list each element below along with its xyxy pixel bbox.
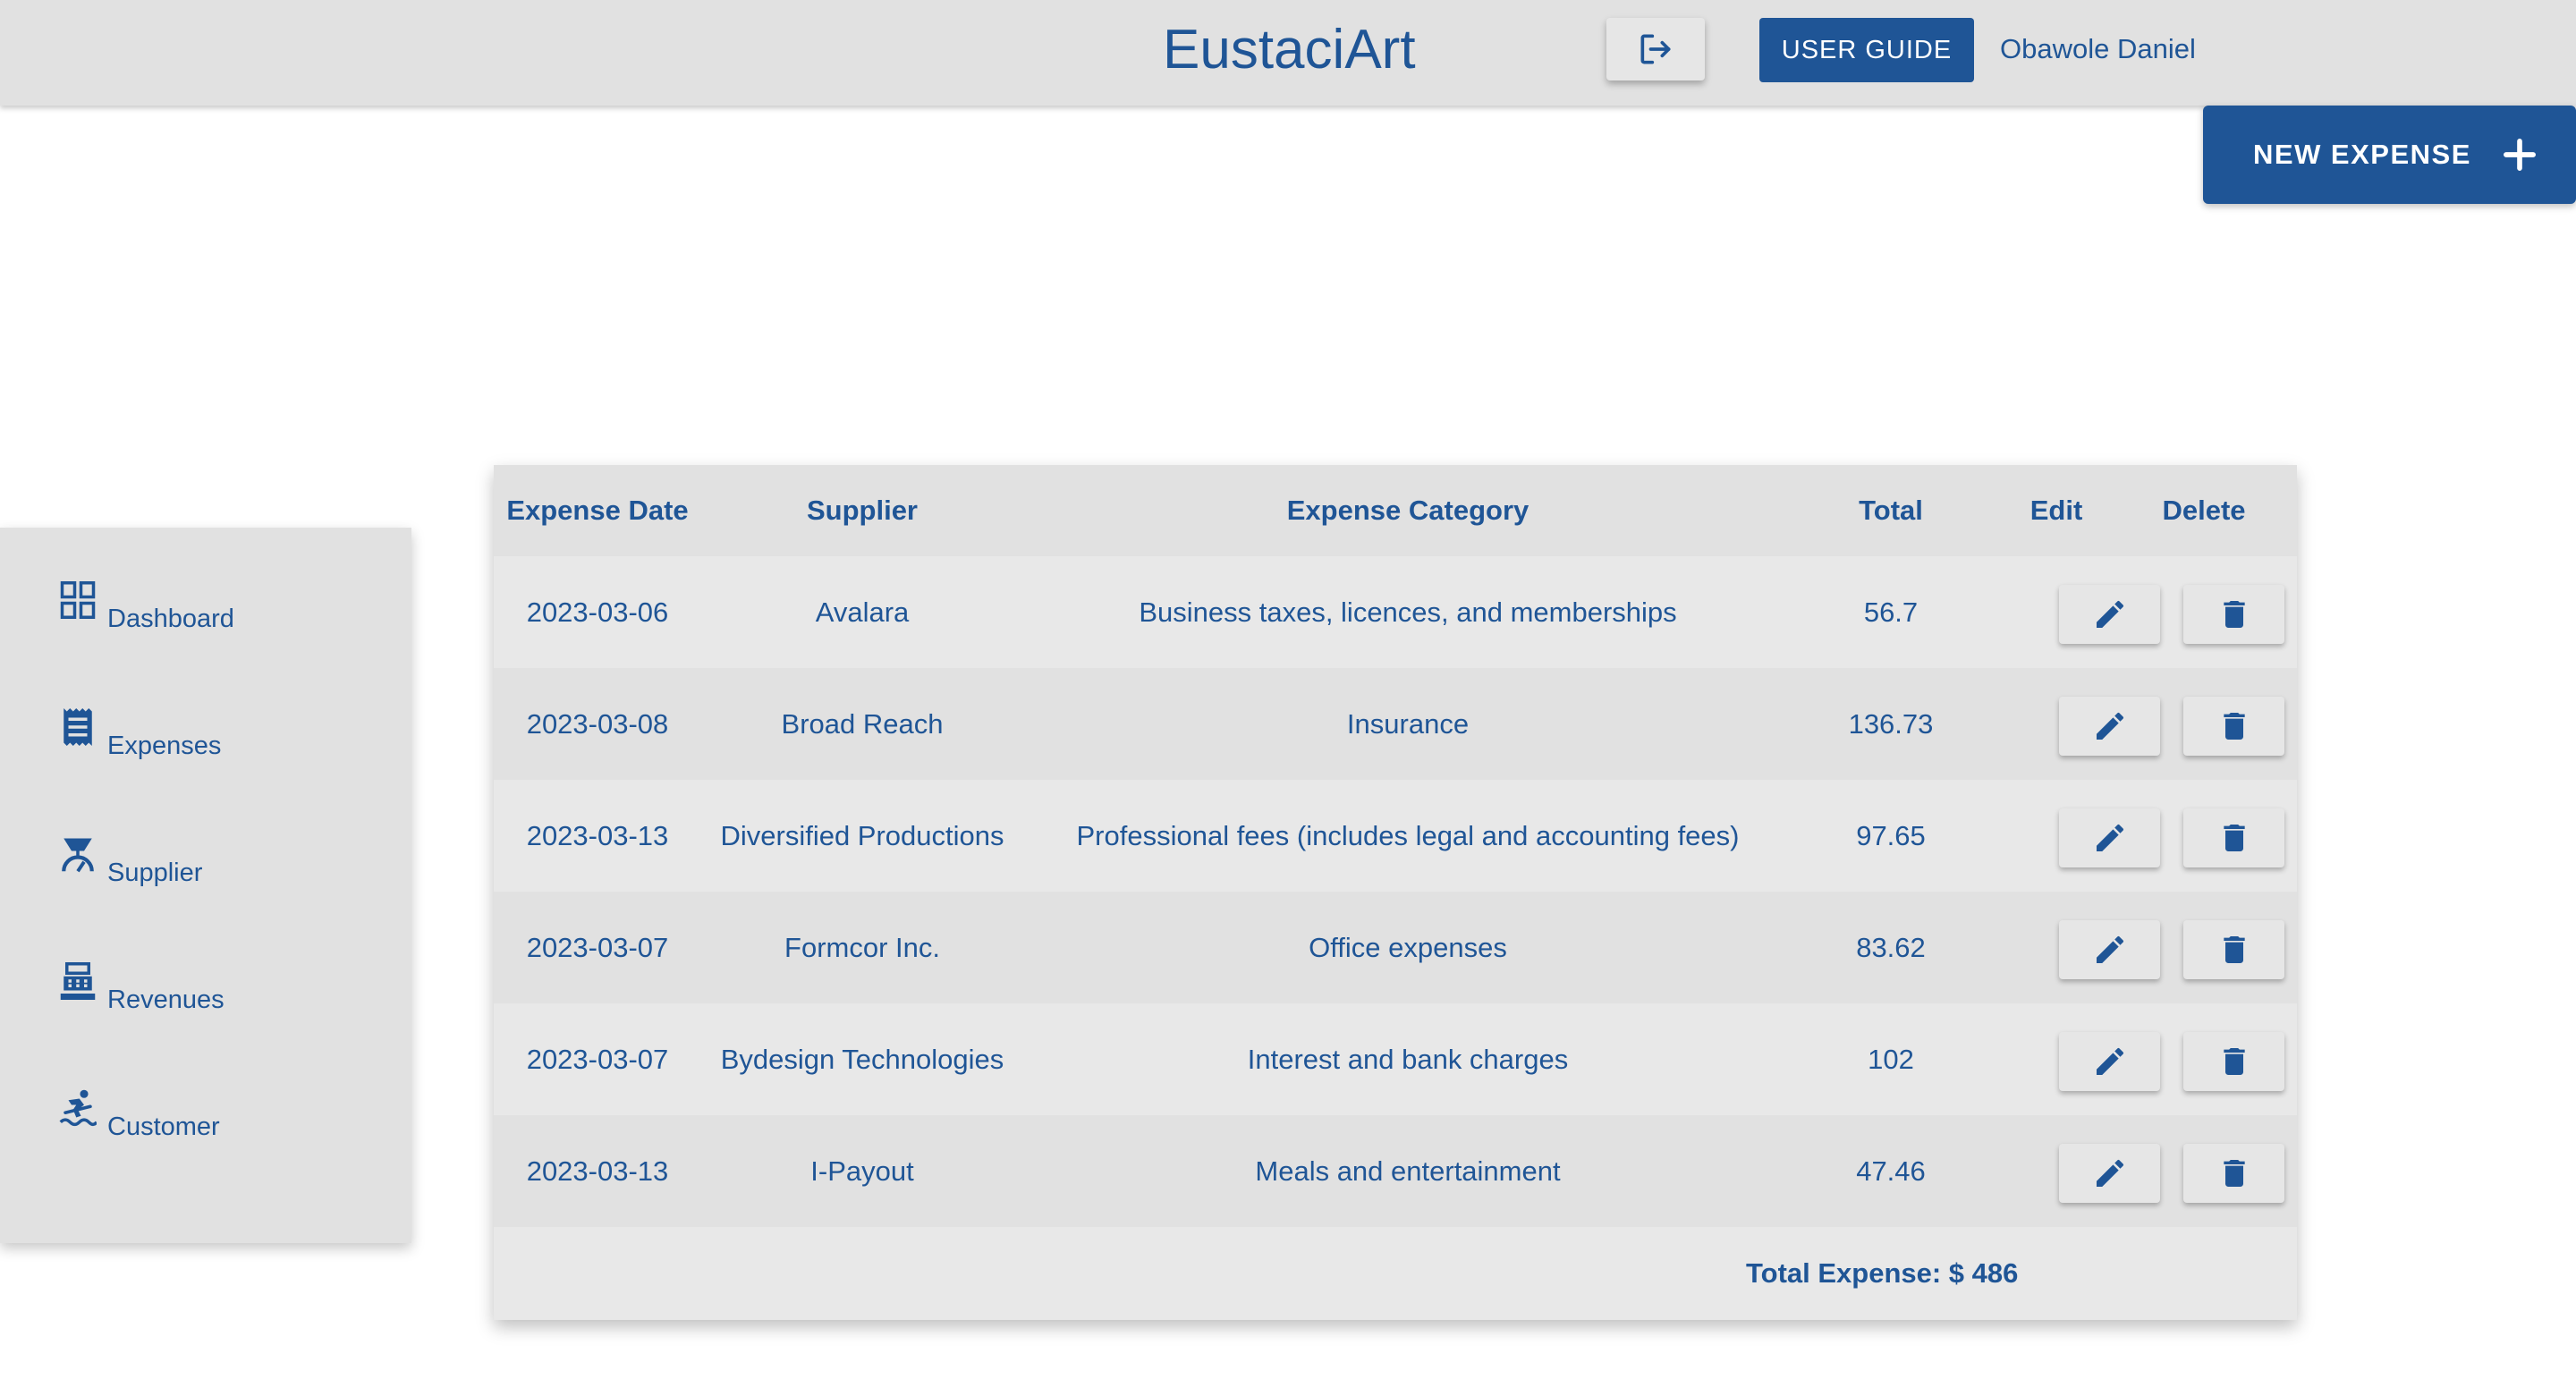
cell-expense-date: 2023-03-13 <box>526 820 669 851</box>
delete-button[interactable] <box>2183 808 2284 867</box>
sidebar-item-label: Dashboard <box>107 605 234 633</box>
column-header-delete: Delete <box>2162 495 2246 526</box>
trash-icon <box>2223 825 2245 851</box>
cell-expense-category: Meals and entertainment <box>1255 1155 1561 1187</box>
pencil-icon <box>2096 935 2123 963</box>
table-row: 2023-03-07 Formcor Inc. Office expenses 83.… <box>494 892 2297 1003</box>
delete-button[interactable] <box>2183 1144 2284 1203</box>
edit-button[interactable] <box>2059 585 2160 644</box>
delete-button[interactable] <box>2183 1032 2284 1091</box>
surfer-icon <box>59 1089 97 1127</box>
app-title: EustaciArt <box>1163 19 1416 80</box>
sidebar-item-label: Revenues <box>107 986 225 1014</box>
cell-total: 136.73 <box>1848 708 1934 740</box>
pencil-icon <box>2096 1159 2123 1187</box>
column-header-supplier: Supplier <box>806 495 918 526</box>
delete-button[interactable] <box>2183 697 2284 756</box>
cell-expense-date: 2023-03-07 <box>526 1044 669 1075</box>
table-row: 2023-03-08 Broad Reach Insurance 136.73 <box>494 668 2297 780</box>
logout-button[interactable] <box>1606 18 1705 80</box>
sidebar-item-revenues[interactable]: Revenues <box>59 960 381 1023</box>
cell-total: 47.46 <box>1856 1155 1926 1187</box>
trash-icon <box>2223 601 2245 628</box>
cell-total: 83.62 <box>1856 932 1926 963</box>
logout-icon <box>1640 34 1671 64</box>
sidebar: Dashboard Expenses Supplier Revenues Cus… <box>0 528 411 1243</box>
sidebar-item-customer[interactable]: Customer <box>59 1087 381 1150</box>
trash-icon <box>2223 936 2245 963</box>
pencil-icon <box>2096 1047 2123 1075</box>
delete-button[interactable] <box>2183 920 2284 979</box>
sidebar-item-label: Expenses <box>107 732 222 760</box>
sidebar-item-expenses[interactable]: Expenses <box>59 706 381 769</box>
table-header: Expense Date Supplier Expense Category T… <box>494 465 2297 556</box>
supplier-scale-icon <box>62 838 94 873</box>
edit-button[interactable] <box>2059 697 2160 756</box>
plus-icon <box>2504 139 2536 171</box>
table-row: 2023-03-06 Avalara Business taxes, licence… <box>494 556 2297 668</box>
cell-supplier: Bydesign Technologies <box>720 1044 1004 1075</box>
cell-total: 97.65 <box>1856 820 1926 851</box>
cell-expense-category: Office expenses <box>1309 932 1507 963</box>
top-bar: EustaciArt USER GUIDE Obawole Daniel <box>0 0 2576 106</box>
cell-expense-date: 2023-03-07 <box>526 932 669 963</box>
new-expense-label: NEW EXPENSE <box>2253 139 2471 170</box>
cell-supplier: Formcor Inc. <box>784 932 940 963</box>
cell-expense-date: 2023-03-13 <box>526 1155 669 1187</box>
cell-expense-date: 2023-03-06 <box>526 596 669 628</box>
pencil-icon <box>2096 600 2123 628</box>
username-link[interactable]: Obawole Daniel <box>2000 27 2196 72</box>
sidebar-item-label: Customer <box>107 1113 220 1141</box>
pencil-icon <box>2096 712 2123 740</box>
cell-supplier: Diversified Productions <box>720 820 1004 851</box>
column-header-expense-date: Expense Date <box>506 495 689 526</box>
sidebar-item-label: Supplier <box>107 859 203 887</box>
edit-button[interactable] <box>2059 1144 2160 1203</box>
cell-expense-category: Interest and bank charges <box>1247 1044 1569 1075</box>
cell-total: 102 <box>1868 1044 1914 1075</box>
cell-supplier: Avalara <box>815 596 910 628</box>
total-expense-label: Total Expense: $ 486 <box>1746 1257 2019 1289</box>
delete-button[interactable] <box>2183 585 2284 644</box>
cell-supplier: I-Payout <box>810 1155 914 1187</box>
cell-expense-category: Business taxes, licences, and membership… <box>1139 596 1677 628</box>
edit-button[interactable] <box>2059 920 2160 979</box>
column-header-expense-category: Expense Category <box>1286 495 1530 526</box>
cell-expense-category: Insurance <box>1346 708 1470 740</box>
expense-table: Expense Date Supplier Expense Category T… <box>494 465 2297 1320</box>
edit-button[interactable] <box>2059 1032 2160 1091</box>
receipt-icon <box>64 708 92 746</box>
cash-register-icon <box>60 962 96 1000</box>
cell-supplier: Broad Reach <box>781 708 944 740</box>
cell-expense-date: 2023-03-08 <box>526 708 669 740</box>
trash-icon <box>2223 713 2245 740</box>
table-row: 2023-03-13 Diversified Productions Profess… <box>494 780 2297 892</box>
new-expense-button[interactable]: NEW EXPENSE <box>2203 106 2576 204</box>
table-row: 2023-03-07 Bydesign Technologies Interest … <box>494 1003 2297 1115</box>
sidebar-item-supplier[interactable]: Supplier <box>59 833 381 896</box>
edit-button[interactable] <box>2059 808 2160 867</box>
cell-total: 56.7 <box>1863 596 1919 628</box>
dashboard-grid-icon <box>60 581 96 619</box>
sidebar-item-dashboard[interactable]: Dashboard <box>59 580 381 642</box>
trash-icon <box>2223 1048 2245 1075</box>
pencil-icon <box>2096 824 2123 851</box>
table-footer: Total Expense: $ 486 <box>494 1227 2297 1320</box>
user-guide-button[interactable]: USER GUIDE <box>1759 18 1974 82</box>
column-header-edit: Edit <box>2029 495 2083 526</box>
cell-expense-category: Professional fees (includes legal and ac… <box>1076 820 1740 851</box>
column-header-total: Total <box>1859 495 1923 526</box>
trash-icon <box>2223 1160 2245 1187</box>
table-row: 2023-03-13 I-Payout Meals and entertainmen… <box>494 1115 2297 1227</box>
